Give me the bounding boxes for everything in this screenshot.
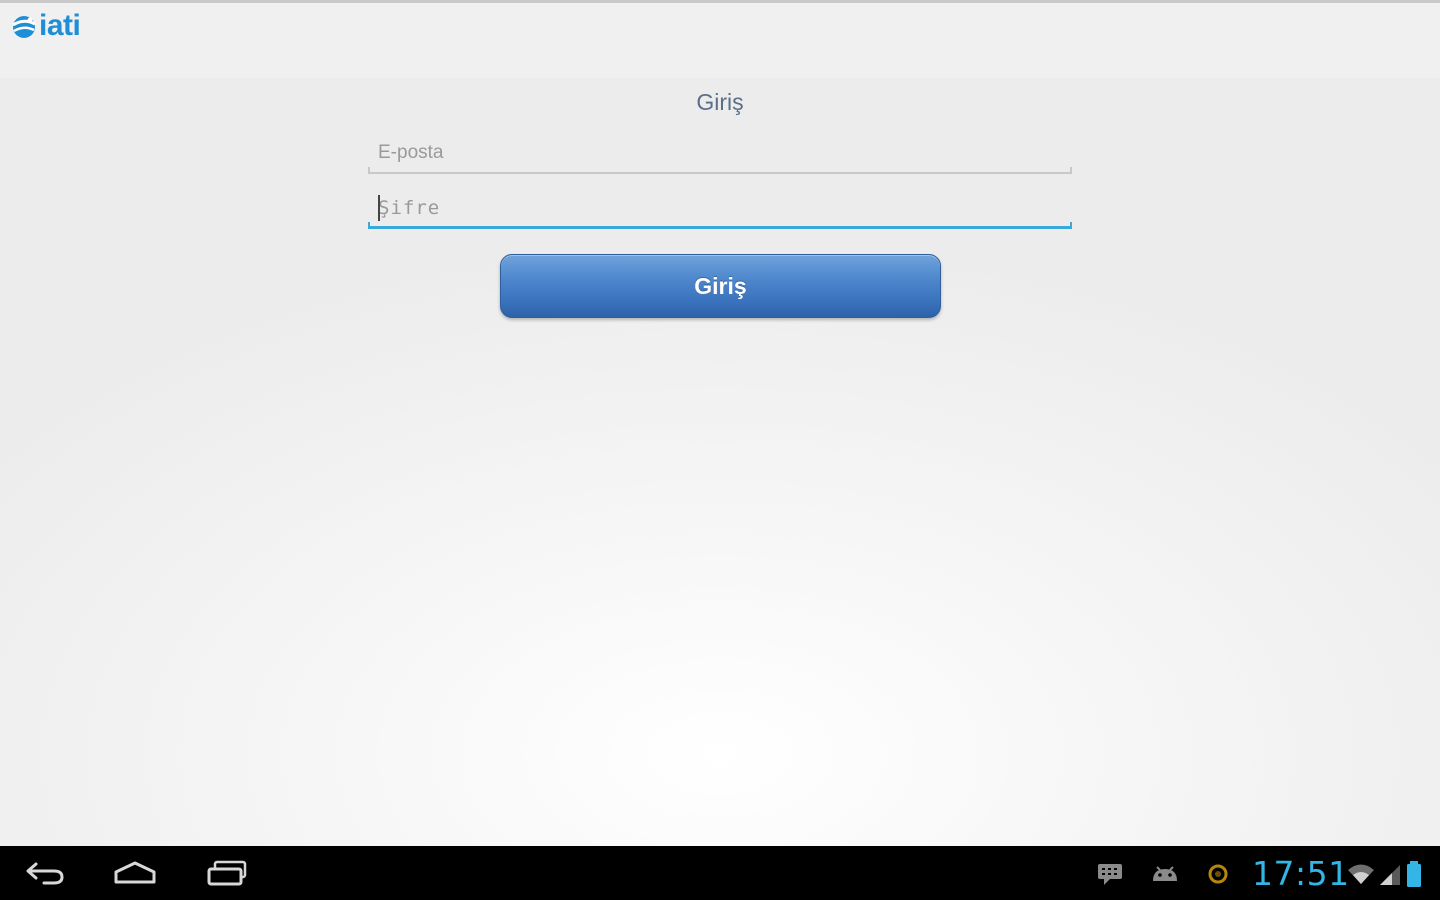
page-title: Giriş bbox=[696, 89, 744, 115]
sync-icon bbox=[1208, 864, 1228, 884]
message-icon bbox=[1098, 864, 1122, 885]
email-input[interactable] bbox=[368, 134, 1072, 172]
notification-sync[interactable] bbox=[1206, 861, 1230, 887]
login-button[interactable]: Giriş bbox=[500, 254, 941, 318]
home-icon bbox=[114, 861, 156, 884]
battery-status bbox=[1404, 861, 1424, 887]
globe-logo-icon bbox=[12, 16, 36, 38]
status-clock: 17:51 bbox=[1252, 854, 1350, 893]
android-debug-icon bbox=[1153, 866, 1177, 881]
password-input[interactable] bbox=[368, 189, 1072, 227]
recent-apps-icon bbox=[207, 860, 247, 886]
text-caret bbox=[378, 195, 380, 221]
wifi-icon bbox=[1348, 864, 1374, 884]
login-screen: Giriş Giriş bbox=[0, 78, 1440, 846]
home-button[interactable] bbox=[105, 854, 165, 892]
email-underline bbox=[368, 167, 1072, 174]
back-icon bbox=[26, 862, 64, 885]
back-button[interactable] bbox=[16, 854, 76, 892]
notification-message[interactable] bbox=[1096, 861, 1124, 887]
password-underline bbox=[368, 222, 1072, 229]
battery-icon bbox=[1407, 861, 1421, 887]
system-nav-bar: 17:51 bbox=[0, 846, 1440, 900]
password-field-wrapper bbox=[368, 189, 1072, 229]
signal-status bbox=[1378, 861, 1402, 887]
wifi-status bbox=[1346, 861, 1376, 887]
recent-apps-button[interactable] bbox=[196, 854, 256, 892]
email-field-wrapper bbox=[368, 134, 1072, 174]
signal-icon bbox=[1380, 865, 1400, 885]
logo-text: iati bbox=[39, 9, 81, 42]
app-header: iati bbox=[0, 3, 1440, 78]
notification-usb-debugging[interactable] bbox=[1150, 861, 1180, 887]
app-logo: iati bbox=[10, 9, 81, 43]
